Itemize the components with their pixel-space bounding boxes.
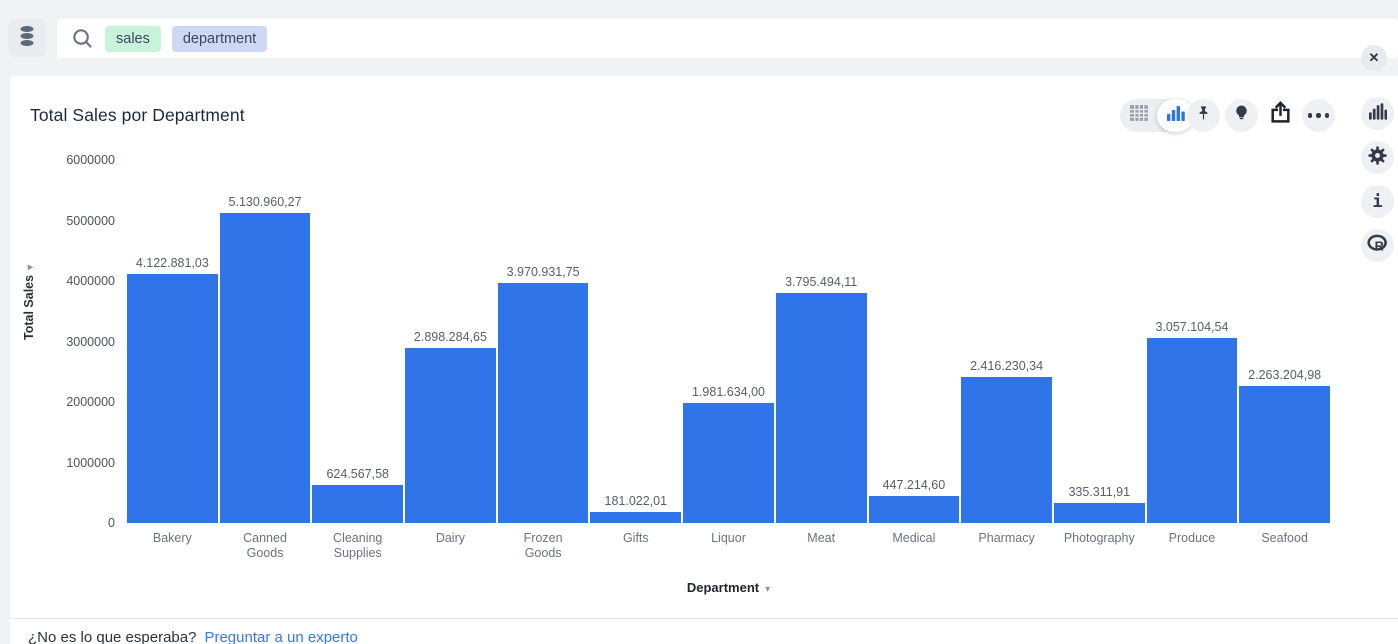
x-axis-category-label: Meat: [775, 531, 868, 546]
footer-question: ¿No es lo que esperaba?: [28, 629, 196, 644]
x-axis-category-label: Frozen Goods: [497, 531, 590, 561]
ask-expert-link[interactable]: Preguntar a un experto: [204, 629, 357, 644]
info-icon: i: [1372, 192, 1382, 212]
x-axis-category-label: Medical: [868, 531, 961, 546]
y-axis-tick-label: 2000000: [35, 394, 115, 410]
x-axis-dropdown-icon: ▾: [765, 584, 770, 595]
x-axis-category-label: Canned Goods: [219, 531, 312, 561]
x-axis-category-label: Gifts: [589, 531, 682, 546]
bar-meat[interactable]: [776, 293, 867, 523]
y-axis-tick-label: 1000000: [35, 455, 115, 471]
search-token-department[interactable]: department: [172, 26, 267, 52]
search-icon: [71, 27, 94, 50]
bar-value-label: 2.263.204,98: [1226, 368, 1343, 382]
bar-gifts[interactable]: [590, 512, 681, 523]
y-axis-tick-label: 0: [35, 515, 115, 531]
chart-type-button[interactable]: [1361, 97, 1394, 130]
bar-frozen-goods[interactable]: [498, 283, 589, 523]
column-chart-icon: [1369, 103, 1387, 125]
pin-button[interactable]: [1187, 99, 1220, 132]
x-axis-category-label: Liquor: [682, 531, 775, 546]
info-button[interactable]: i: [1361, 185, 1394, 218]
insight-button[interactable]: [1225, 99, 1258, 132]
x-axis-category-label: Pharmacy: [960, 531, 1053, 546]
share-button[interactable]: [1263, 98, 1297, 132]
table-icon: [1130, 105, 1148, 126]
footer-divider: [10, 618, 1398, 619]
bar-value-label: 3.057.104,54: [1134, 320, 1251, 334]
search-token-sales[interactable]: sales: [105, 26, 161, 52]
top-bar: sales department ✕: [0, 0, 1398, 78]
search-bar[interactable]: sales department ✕: [57, 19, 1398, 58]
r-logo-icon: R: [1367, 234, 1389, 258]
bar-canned-goods[interactable]: [220, 213, 311, 523]
view-toggle[interactable]: [1120, 99, 1194, 132]
share-export-icon: [1268, 100, 1293, 130]
bar-value-label: 447.214,60: [856, 478, 973, 492]
bar-value-label: 5.130.960,27: [207, 195, 324, 209]
bar-value-label: 624.567,58: [299, 467, 416, 481]
x-axis-category-label: Seafood: [1238, 531, 1331, 546]
bar-value-label: 4.122.881,03: [114, 256, 231, 270]
x-axis-category-label: Photography: [1053, 531, 1146, 546]
x-axis-title[interactable]: Department▾: [126, 580, 1331, 595]
pin-icon: [1194, 104, 1213, 128]
y-axis-tick-label: 5000000: [35, 213, 115, 229]
lightbulb-icon: [1232, 103, 1251, 128]
bar-value-label: 181.022,01: [577, 494, 694, 508]
y-axis-title[interactable]: Total Sales▾: [22, 265, 36, 340]
settings-button[interactable]: [1361, 141, 1394, 174]
bar-dairy[interactable]: [405, 348, 496, 523]
bar-seafood[interactable]: [1239, 386, 1330, 523]
x-axis-category-label: Bakery: [126, 531, 219, 546]
r-analytics-button[interactable]: R: [1361, 229, 1394, 262]
bar-value-label: 3.970.931,75: [485, 265, 602, 279]
bar-value-label: 3.795.494,11: [763, 275, 880, 289]
bar-cleaning-supplies[interactable]: [312, 485, 403, 523]
bar-photography[interactable]: [1054, 503, 1145, 523]
app-window: sales department ✕ Total Sales por Depar…: [0, 0, 1398, 644]
chart-title: Total Sales por Department: [30, 105, 245, 126]
gear-icon: [1367, 145, 1388, 171]
y-axis-dropdown-icon: ▾: [25, 265, 36, 270]
bar-produce[interactable]: [1147, 338, 1238, 523]
more-options-button[interactable]: [1302, 99, 1335, 132]
bar-bakery[interactable]: [127, 274, 218, 523]
x-axis-category-label: Dairy: [404, 531, 497, 546]
svg-text:R: R: [1374, 239, 1383, 253]
bar-value-label: 2.898.284,65: [392, 330, 509, 344]
y-axis-tick-label: 4000000: [35, 273, 115, 289]
table-view-button[interactable]: [1120, 99, 1157, 132]
footer: ¿No es lo que esperaba? Preguntar a un ex…: [28, 629, 358, 644]
bar-value-label: 335.311,91: [1041, 485, 1158, 499]
bar-value-label: 2.416.230,34: [948, 359, 1065, 373]
clear-search-button[interactable]: ✕: [1361, 45, 1387, 71]
database-icon: [17, 25, 37, 52]
y-axis-tick-label: 6000000: [35, 152, 115, 168]
bar-medical[interactable]: [869, 496, 960, 523]
x-axis-category-label: Cleaning Supplies: [311, 531, 404, 561]
bar-liquor[interactable]: [683, 403, 774, 523]
bar-pharmacy[interactable]: [961, 377, 1052, 523]
bar-chart-icon: [1167, 105, 1185, 126]
ellipsis-icon: [1308, 113, 1330, 118]
bar-value-label: 1.981.634,00: [670, 385, 787, 399]
y-axis-tick-label: 3000000: [35, 334, 115, 350]
x-axis-category-label: Produce: [1146, 531, 1239, 546]
datasource-button[interactable]: [8, 19, 46, 57]
